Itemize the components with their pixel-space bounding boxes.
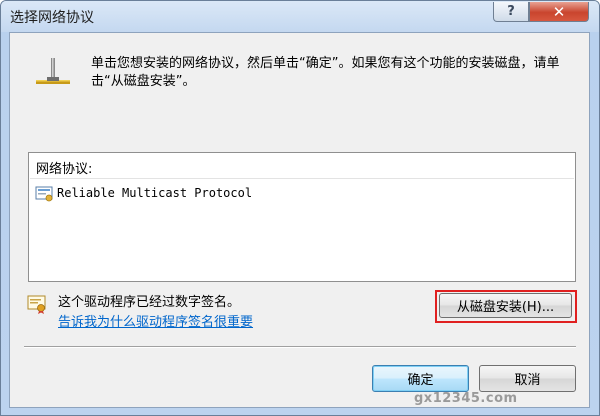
signature-status-text: 这个驱动程序已经过数字签名。 [58,295,241,310]
list-item-label: Reliable Multicast Protocol [57,186,253,200]
signing-info-link[interactable]: 告诉我为什么驱动程序签名很重要 [58,311,253,330]
network-protocol-icon [36,58,70,84]
dialog-window: 选择网络协议 ? ✕ 单击您想安装的网络协议，然后单击“确定”。如果您有这个功能… [0,0,600,416]
protocol-listbox[interactable]: 网络协议: Reliable Multicast Protocol [28,152,576,282]
watermark-text: gx12345.com [414,391,518,406]
cancel-button[interactable]: 取消 [479,365,576,392]
network-protocol-icon [35,186,53,202]
list-item[interactable]: Reliable Multicast Protocol [35,183,365,205]
divider [24,346,576,348]
help-button[interactable]: ? [493,2,529,22]
certificate-icon [27,295,46,314]
have-disk-button[interactable]: 从磁盘安装(H)... [439,293,572,318]
close-button[interactable]: ✕ [529,2,589,22]
dialog-content: 单击您想安装的网络协议，然后单击“确定”。如果您有这个功能的安装磁盘，请单击“从… [9,32,590,408]
ok-button[interactable]: 确定 [372,365,469,392]
window-title: 选择网络协议 [10,10,94,26]
title-bar[interactable]: 选择网络协议 ? ✕ [1,1,599,32]
list-header: 网络协议: [30,154,574,179]
instructions-text: 单击您想安装的网络协议，然后单击“确定”。如果您有这个功能的安装磁盘，请单击“从… [91,56,560,89]
list-header-label: 网络协议: [36,162,93,177]
